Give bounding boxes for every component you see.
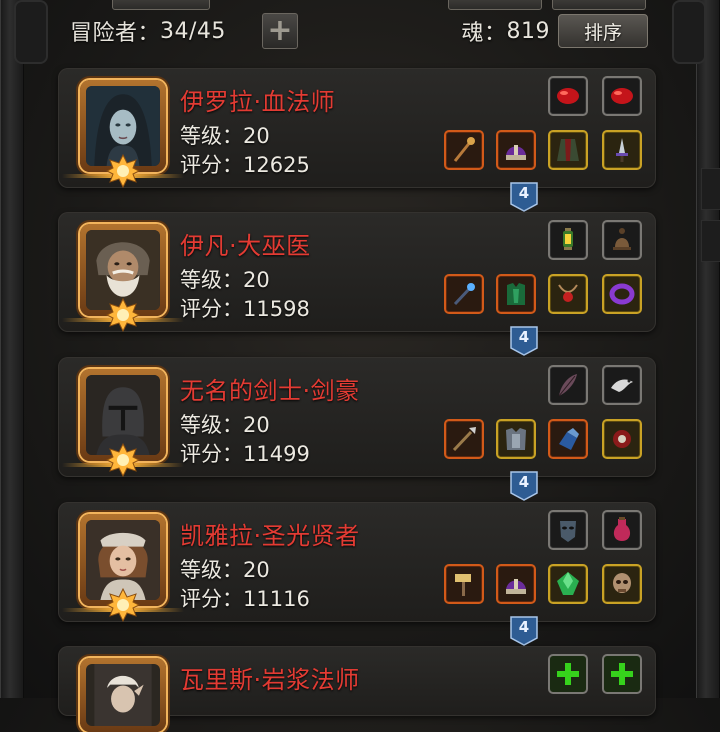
hero-name: 无名的剑士·剑豪 <box>180 377 360 405</box>
link-level-value: 4 <box>518 618 530 636</box>
hero-name: 瓦里斯·岩浆法师 <box>180 666 360 694</box>
link-level-value: 4 <box>518 184 530 202</box>
hero-name: 凯雅拉·圣光贤者 <box>180 522 360 550</box>
adventurer-label: 冒险者： <box>70 21 161 46</box>
hero-level: 等级：20 <box>180 558 270 582</box>
rank-emblem-icon <box>106 298 140 332</box>
rank-emblem-icon <box>106 443 140 477</box>
hero-level: 等级：20 <box>180 413 270 437</box>
steel-armor-icon[interactable] <box>496 419 536 459</box>
red-shoulder-icon[interactable] <box>602 419 642 459</box>
red-gem-icon[interactable] <box>602 76 642 116</box>
feather-icon[interactable] <box>548 365 588 405</box>
purple-helmet-icon[interactable] <box>496 564 536 604</box>
purple-ring-icon[interactable] <box>602 274 642 314</box>
bell-icon[interactable] <box>602 220 642 260</box>
frame-corner-left <box>14 0 48 64</box>
rank-emblem-icon <box>106 588 140 622</box>
lantern-icon[interactable] <box>548 220 588 260</box>
top-tab-middle[interactable] <box>448 0 542 10</box>
green-robe-icon[interactable] <box>548 130 588 170</box>
wand-icon[interactable] <box>444 274 484 314</box>
link-level-badge: 4 <box>510 616 538 646</box>
hero-portrait[interactable] <box>80 658 166 732</box>
side-tab[interactable] <box>701 220 720 262</box>
spear-icon[interactable] <box>444 419 484 459</box>
green-plus-icon[interactable] <box>548 654 588 694</box>
hero-score: 评分：11598 <box>180 297 310 321</box>
amulet-icon[interactable] <box>548 274 588 314</box>
staff-icon[interactable] <box>444 130 484 170</box>
hero-score: 评分：11116 <box>180 587 310 611</box>
link-level-value: 4 <box>518 473 530 491</box>
hero-name: 伊罗拉·血法师 <box>180 88 336 116</box>
dagger-icon[interactable] <box>602 130 642 170</box>
green-gem-icon[interactable] <box>548 564 588 604</box>
hero-portrait[interactable] <box>62 369 184 477</box>
hero-card[interactable]: 瓦里斯·岩浆法师 <box>58 646 656 732</box>
soul-value: 819 <box>506 18 550 44</box>
hero-card[interactable]: 凯雅拉·圣光贤者 等级：20 评分：11116 <box>58 502 656 622</box>
top-tab-right[interactable] <box>552 0 646 10</box>
skull-mask-icon[interactable] <box>602 564 642 604</box>
frame-corner-right <box>672 0 706 64</box>
link-level-value: 4 <box>518 328 530 346</box>
hero-portrait[interactable] <box>62 514 184 622</box>
link-level-badge: 4 <box>510 471 538 501</box>
green-plus-icon[interactable] <box>602 654 642 694</box>
left-frame-edge <box>0 0 24 698</box>
green-armor-icon[interactable] <box>496 274 536 314</box>
hero-score: 评分：11499 <box>180 442 310 466</box>
roster-header: 冒险者： 34/45 + 魂： 819 排序 <box>70 12 648 50</box>
soul-label: 魂： <box>461 21 507 46</box>
hero-level: 等级：20 <box>180 268 270 292</box>
hero-card[interactable]: 伊罗拉·血法师 等级：20 评分：12625 <box>58 68 656 188</box>
rank-emblem-icon <box>106 154 140 188</box>
right-frame-edge <box>696 0 720 698</box>
blue-gauntlet-icon[interactable] <box>548 419 588 459</box>
sort-button[interactable]: 排序 <box>558 14 648 48</box>
hero-card[interactable]: 无名的剑士·剑豪 等级：20 评分：11499 <box>58 357 656 477</box>
hero-card[interactable]: 伊凡·大巫医 等级：20 评分：11598 <box>58 212 656 332</box>
red-gem-icon[interactable] <box>548 76 588 116</box>
white-bird-icon[interactable] <box>602 365 642 405</box>
red-bottle-icon[interactable] <box>602 510 642 550</box>
hero-portrait[interactable] <box>62 224 184 332</box>
top-tab-left[interactable] <box>112 0 210 10</box>
portrait-lava-mage <box>94 664 152 726</box>
hammer-icon[interactable] <box>444 564 484 604</box>
adventurer-count: 34/45 <box>160 18 226 44</box>
link-level-badge: 4 <box>510 326 538 356</box>
side-tab[interactable] <box>701 168 720 210</box>
link-level-badge: 4 <box>510 182 538 212</box>
hero-portrait[interactable] <box>62 80 184 188</box>
hero-score: 评分：12625 <box>180 153 310 177</box>
mask-icon[interactable] <box>548 510 588 550</box>
plus-icon: + <box>267 13 293 48</box>
add-adventurer-button[interactable]: + <box>261 13 298 49</box>
purple-helmet-icon[interactable] <box>496 130 536 170</box>
hero-level: 等级：20 <box>180 124 270 148</box>
hero-name: 伊凡·大巫医 <box>180 232 311 260</box>
